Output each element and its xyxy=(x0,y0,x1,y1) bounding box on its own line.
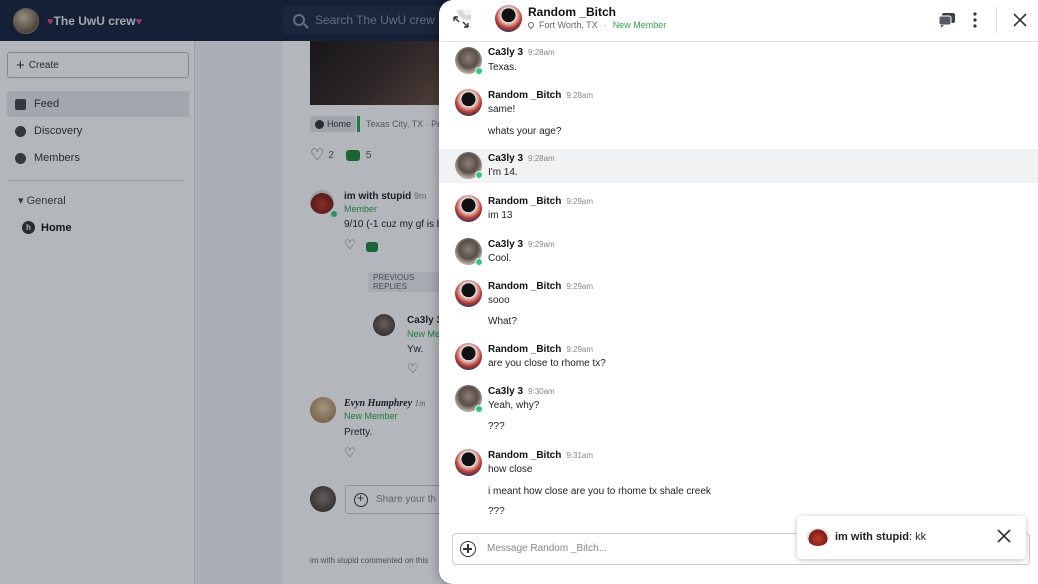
more-options-button[interactable] xyxy=(967,10,983,30)
message-text: i meant how close are you to rhome tx sh… xyxy=(488,486,711,497)
avatar[interactable] xyxy=(455,89,482,116)
message-author-name: Ca3ly 3 xyxy=(488,239,524,250)
message-list[interactable]: Ca3ly 3 9:28am Texas. Random _Bitch 9:28am… xyxy=(439,42,1038,532)
separator: · xyxy=(603,20,607,30)
message-author-name: Random _Bitch xyxy=(488,196,562,207)
avatar[interactable] xyxy=(495,5,522,32)
divider xyxy=(996,7,997,33)
message-text: Texas. xyxy=(488,62,517,73)
recipient-location: Fort Worth, TX xyxy=(539,20,598,30)
avatar[interactable] xyxy=(455,449,482,476)
avatar[interactable] xyxy=(455,195,482,222)
message-placeholder: Message Random _Bitch... xyxy=(487,543,608,554)
message-time: 9:31am xyxy=(566,451,594,460)
message-author-name: Ca3ly 3 xyxy=(488,386,524,397)
avatar[interactable] xyxy=(455,343,482,370)
message-text: Cool. xyxy=(488,253,512,264)
message-group: Random _Bitch 9:28am same! whats your age… xyxy=(439,84,1038,148)
message-text: I'm 14. xyxy=(488,167,518,178)
message-time: 9:29am xyxy=(528,240,555,249)
member-badge: New Member xyxy=(612,20,667,30)
message-author: Ca3ly 3 9:28am xyxy=(488,153,555,164)
message-author: Random _Bitch 9:28am xyxy=(488,90,593,101)
more-vertical-icon xyxy=(973,12,977,28)
message-group: Random _Bitch 9:29am im 13 xyxy=(439,190,1038,230)
message-group: Ca3ly 3 9:28am I'm 14. xyxy=(439,149,1038,183)
message-time: 9:28am xyxy=(528,154,555,163)
message-author: Random _Bitch 9:31am xyxy=(488,450,593,461)
online-indicator xyxy=(475,405,483,413)
message-group: Random _Bitch 9:29am sooo What? xyxy=(439,275,1038,337)
message-time: 9:28am xyxy=(528,48,555,57)
chat-recipient-name[interactable]: Random _Bitch xyxy=(528,5,616,19)
message-author: Ca3ly 3 9:29am xyxy=(488,239,555,250)
message-time: 9:28am xyxy=(566,91,594,100)
location-pin-icon xyxy=(526,20,536,30)
message-author: Random _Bitch 9:29am xyxy=(488,281,593,292)
message-time: 9:29am xyxy=(566,282,594,291)
add-attachment-icon[interactable] xyxy=(460,541,476,557)
chat-recipient-meta: Fort Worth, TX · New Member xyxy=(526,20,667,30)
message-text: how close xyxy=(488,464,533,475)
message-author-name: Ca3ly 3 xyxy=(488,153,524,164)
message-time: 9:29am xyxy=(566,345,594,354)
message-text: im 13 xyxy=(488,210,513,221)
message-author: Random _Bitch 9:29am xyxy=(488,344,593,355)
toast-message: im with stupid: kk xyxy=(835,531,927,543)
message-text: whats your age? xyxy=(488,126,562,137)
message-author-name: Random _Bitch xyxy=(488,450,562,461)
close-icon xyxy=(1013,13,1027,27)
message-group: Ca3ly 3 9:29am Cool. xyxy=(439,233,1038,273)
message-text: sooo xyxy=(488,295,510,306)
message-text: What? xyxy=(488,316,517,327)
online-indicator xyxy=(475,67,483,75)
message-group: Random _Bitch 9:29am are you close to rho… xyxy=(439,338,1038,378)
message-author-name: Ca3ly 3 xyxy=(488,47,524,58)
message-group: Ca3ly 3 9:30am Yeah, why? ??? xyxy=(439,381,1038,441)
chat-bubbles-icon xyxy=(938,13,955,28)
message-text: same! xyxy=(488,104,516,115)
message-text: are you close to rhome tx? xyxy=(488,358,606,369)
message-author: Random _Bitch 9:29am xyxy=(488,196,593,207)
toast-text: kk xyxy=(915,531,927,543)
online-indicator xyxy=(475,171,483,179)
chat-header: Random _Bitch Fort Worth, TX · New Membe… xyxy=(439,0,1038,42)
message-notification-toast[interactable]: im with stupid: kk xyxy=(797,516,1026,559)
message-author: Ca3ly 3 9:28am xyxy=(488,47,555,58)
message-time: 9:29am xyxy=(566,197,594,206)
message-group: Ca3ly 3 9:28am Texas. xyxy=(439,42,1038,84)
close-chat-button[interactable] xyxy=(1011,10,1029,30)
toast-author: im with stupid xyxy=(835,531,909,543)
message-author-name: Random _Bitch xyxy=(488,344,562,355)
message-author-name: Random _Bitch xyxy=(488,90,562,101)
chats-button[interactable] xyxy=(938,10,956,30)
message-author-name: Random _Bitch xyxy=(488,281,562,292)
avatar xyxy=(807,528,829,546)
chat-panel: Random _Bitch Fort Worth, TX · New Membe… xyxy=(439,0,1038,584)
message-text: Yeah, why? xyxy=(488,400,540,411)
message-author: Ca3ly 3 9:30am xyxy=(488,386,555,397)
message-text: ??? xyxy=(488,506,505,517)
message-time: 9:30am xyxy=(528,387,555,396)
online-indicator xyxy=(475,258,483,266)
avatar[interactable] xyxy=(455,280,482,307)
collapse-icon[interactable] xyxy=(451,10,471,30)
message-text: ??? xyxy=(488,421,505,432)
close-icon[interactable] xyxy=(996,528,1012,544)
